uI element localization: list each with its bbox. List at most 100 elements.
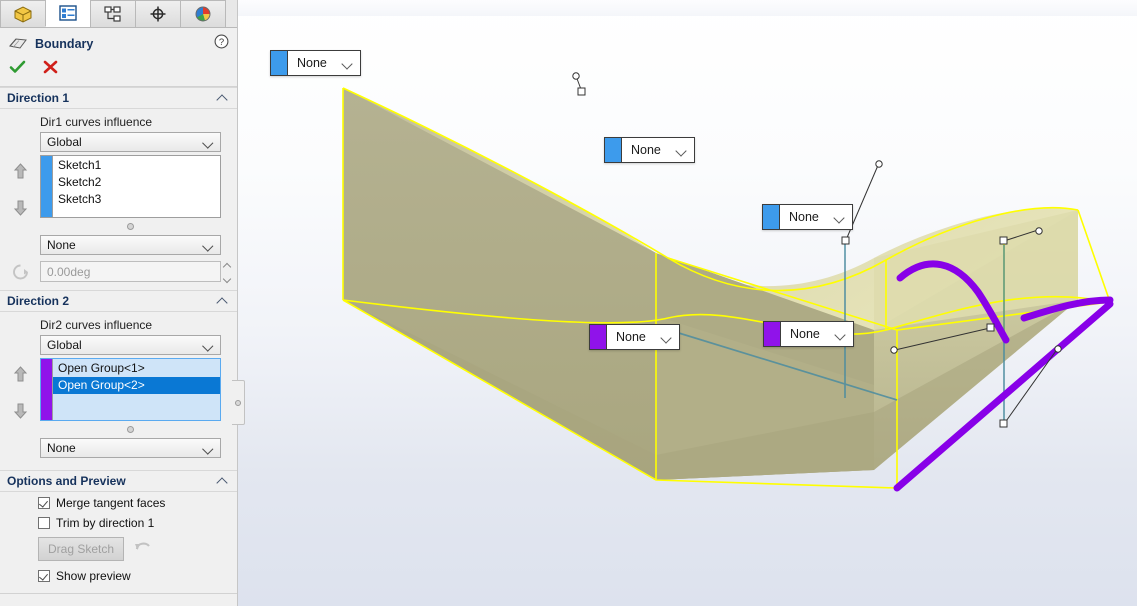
divider (0, 593, 237, 594)
dir1-angle-stepper[interactable] (221, 263, 232, 282)
dir1-angle-input[interactable]: 0.00deg (40, 261, 221, 282)
dir2-move-down-button[interactable] (13, 402, 28, 424)
dir2-influence-value: Global (47, 338, 82, 352)
chevron-down-icon[interactable] (834, 212, 845, 223)
callout-value: None (789, 210, 819, 224)
callout-value: None (631, 143, 661, 157)
dir1-influence-label: Dir1 curves influence (40, 115, 153, 129)
panel-tab-bar (0, 0, 237, 28)
dir2-tangent-type-value: None (47, 441, 76, 455)
chevron-down-icon (204, 138, 214, 148)
merge-tangent-faces-checkbox[interactable] (38, 497, 50, 509)
trim-by-direction1-checkbox[interactable] (38, 517, 50, 529)
dir1-color-strip (41, 156, 52, 217)
merge-tangent-faces-row[interactable]: Merge tangent faces (0, 492, 237, 512)
dir1-resize-handle[interactable] (40, 223, 221, 230)
page-title: Boundary (35, 36, 94, 51)
list-item[interactable]: Open Group<1> (53, 360, 220, 377)
panel-splitter-handle[interactable] (232, 380, 245, 425)
dir2-tangent-type-select[interactable]: None (40, 438, 221, 458)
show-preview-row[interactable]: Show preview (0, 565, 237, 585)
callout-value: None (297, 56, 327, 70)
callout-dir2-left[interactable]: None (589, 324, 680, 350)
merge-tangent-faces-label: Merge tangent faces (56, 496, 166, 510)
configuration-manager-tab[interactable] (90, 0, 136, 27)
color-sphere-icon (195, 6, 211, 22)
chevron-up-icon[interactable] (217, 295, 229, 307)
callout-dir1-mid[interactable]: None (604, 137, 695, 163)
chevron-down-icon (204, 241, 214, 251)
display-manager-tab[interactable] (135, 0, 181, 27)
dir1-curve-list-row: Sketch1 Sketch2 Sketch3 (0, 155, 237, 221)
trim-by-direction1-label: Trim by direction 1 (56, 516, 155, 530)
dir2-list-items: Open Group<1> Open Group<2> (52, 359, 220, 420)
chevron-down-icon[interactable] (661, 332, 672, 343)
stepper-up-icon[interactable] (223, 263, 231, 268)
dir1-list-items: Sketch1 Sketch2 Sketch3 (52, 156, 220, 217)
dir1-influence-value: Global (47, 135, 82, 149)
chevron-up-icon[interactable] (217, 475, 229, 487)
feature-manager-design-tree-tab[interactable] (0, 0, 46, 27)
callout-color-swatch (590, 325, 606, 349)
chevron-down-icon (204, 341, 214, 351)
callout-color-swatch (271, 51, 287, 75)
section-header-direction1[interactable]: Direction 1 (0, 87, 237, 109)
chevron-down-icon[interactable] (676, 145, 687, 156)
dir1-move-up-button[interactable] (13, 163, 28, 185)
dir2-influence-select[interactable]: Global (40, 335, 221, 355)
dir2-curve-listbox[interactable]: Open Group<1> Open Group<2> (40, 358, 221, 421)
list-item[interactable]: Open Group<2> (53, 377, 220, 394)
section-header-direction2[interactable]: Direction 2 (0, 290, 237, 312)
property-manager-tab[interactable] (45, 0, 91, 27)
dir1-tangent-type-value: None (47, 238, 76, 252)
list-item[interactable]: Sketch3 (53, 191, 220, 208)
dir2-influence-label: Dir2 curves influence (40, 318, 153, 332)
dir2-resize-handle[interactable] (40, 426, 221, 433)
dir1-angle-row: 0.00deg (0, 261, 237, 282)
list-item[interactable]: Sketch1 (53, 157, 220, 174)
property-manager-panel: Boundary ? Direction 1 Dir1 curves influ… (0, 0, 238, 606)
chevron-down-icon (204, 444, 214, 454)
3d-viewport[interactable]: None None None None None (238, 0, 1137, 606)
chevron-up-icon[interactable] (217, 92, 229, 104)
stepper-down-icon[interactable] (223, 277, 231, 282)
dir1-move-down-button[interactable] (13, 199, 28, 221)
dir2-move-up-button[interactable] (13, 366, 28, 388)
section-title: Direction 1 (7, 91, 70, 105)
callout-value: None (616, 330, 646, 344)
section-title: Options and Preview (7, 474, 126, 488)
callout-dir1-start[interactable]: None (270, 50, 361, 76)
appearances-tab[interactable] (180, 0, 226, 27)
solidworks-window: None None None None None Boundary ? Dire… (0, 0, 1137, 606)
boundary-surface-preview (342, 72, 1114, 492)
list-item[interactable]: Sketch2 (53, 174, 220, 191)
yellow-block-icon (14, 6, 32, 23)
chevron-down-icon[interactable] (835, 329, 846, 340)
ok-button[interactable] (9, 60, 26, 79)
cancel-button[interactable] (43, 60, 58, 79)
section-title: Direction 2 (7, 294, 70, 308)
dir1-reorder-buttons (0, 155, 40, 221)
chevron-down-icon[interactable] (342, 58, 353, 69)
callout-dir1-end[interactable]: None (762, 204, 853, 230)
svg-text:?: ? (219, 37, 224, 48)
boundary-surface-icon (8, 36, 28, 52)
undo-arrow-icon[interactable] (133, 538, 152, 561)
dir1-tangent-type-select[interactable]: None (40, 235, 221, 255)
dir2-reorder-buttons (0, 358, 40, 424)
dir1-influence-select[interactable]: Global (40, 132, 221, 152)
section-header-options[interactable]: Options and Preview (0, 470, 237, 492)
help-icon[interactable]: ? (214, 34, 229, 54)
callout-color-swatch (763, 205, 779, 229)
show-preview-checkbox[interactable] (38, 570, 50, 582)
callout-color-swatch (764, 322, 780, 346)
drag-sketch-button[interactable]: Drag Sketch (38, 537, 124, 561)
trim-by-direction1-row[interactable]: Trim by direction 1 (0, 512, 237, 532)
dir2-color-strip (41, 359, 52, 420)
dir1-angle-value: 0.00deg (47, 264, 91, 279)
confirm-buttons (0, 54, 237, 86)
draft-angle-icon (0, 263, 40, 281)
dir1-curve-listbox[interactable]: Sketch1 Sketch2 Sketch3 (40, 155, 221, 218)
callout-color-swatch (605, 138, 621, 162)
callout-dir2-right[interactable]: None (763, 321, 854, 347)
